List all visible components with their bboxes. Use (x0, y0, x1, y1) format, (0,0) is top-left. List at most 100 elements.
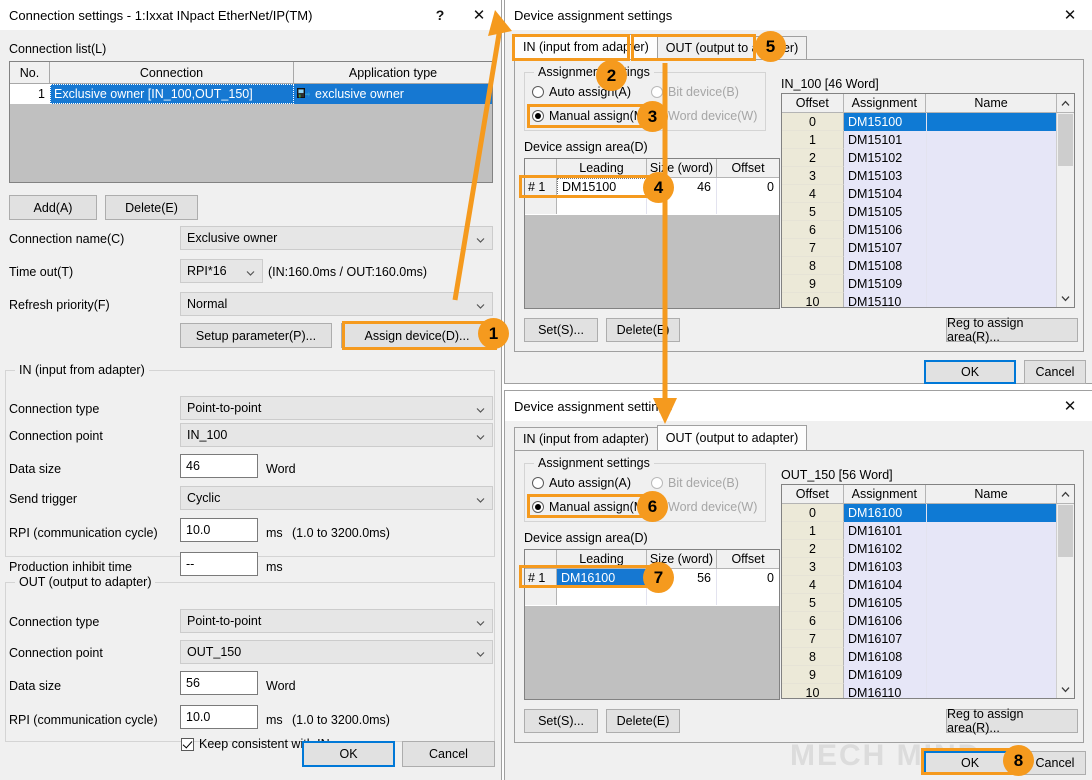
cell-name[interactable] (927, 522, 1059, 540)
cell-name[interactable] (927, 239, 1059, 257)
scroll-down-arrow[interactable] (1057, 681, 1074, 698)
cell-name[interactable] (927, 221, 1059, 239)
scroll-down-arrow[interactable] (1057, 290, 1074, 307)
in-send-trigger-combo[interactable]: Cyclic (180, 486, 493, 510)
cell-assignment[interactable]: DM15103 (844, 167, 927, 185)
cell-assignment[interactable]: DM15105 (844, 203, 927, 221)
table-row[interactable]: 0DM16100 (782, 504, 1074, 522)
cell-name[interactable] (927, 275, 1059, 293)
table-row[interactable]: 8DM16108 (782, 648, 1074, 666)
cell-name[interactable] (927, 540, 1059, 558)
table-row[interactable]: 5DM16105 (782, 594, 1074, 612)
delete-button[interactable]: Delete(E) (105, 195, 198, 220)
timeout-combo[interactable]: RPI*16 (180, 259, 263, 283)
in-production-inhibit-input[interactable]: -- (180, 552, 258, 576)
cell-name[interactable] (927, 167, 1059, 185)
out-rpi-input[interactable]: 10.0 (180, 705, 258, 729)
cell-name[interactable] (927, 576, 1059, 594)
table-row[interactable]: 8DM15108 (782, 257, 1074, 275)
scroll-up-header[interactable] (1057, 94, 1074, 113)
out-connection-type-combo[interactable]: Point-to-point (180, 609, 493, 633)
table-row[interactable]: 9DM16109 (782, 666, 1074, 684)
in-ok-button[interactable]: OK (924, 360, 1016, 384)
out-list-scrollbar[interactable] (1056, 504, 1074, 698)
cell-assignment[interactable]: DM16108 (844, 648, 927, 666)
cell-name[interactable] (927, 185, 1059, 203)
connection-list-grid[interactable]: No. Connection Application type 1 Exclus… (9, 61, 493, 183)
cell-assignment[interactable]: DM16105 (844, 594, 927, 612)
cell-assignment[interactable]: DM15108 (844, 257, 927, 275)
in-connection-type-combo[interactable]: Point-to-point (180, 396, 493, 420)
scrollbar-thumb[interactable] (1058, 114, 1073, 166)
cell-name[interactable] (927, 149, 1059, 167)
out-connection-point-combo[interactable]: OUT_150 (180, 640, 493, 664)
setup-parameter-button[interactable]: Setup parameter(P)... (180, 323, 332, 348)
out-reg-assign-area-button[interactable]: Reg to assign area(R)... (946, 709, 1078, 733)
in-delete-button[interactable]: Delete(E) (606, 318, 680, 342)
cell-assignment[interactable]: DM15110 (844, 293, 927, 308)
cell-name[interactable] (927, 113, 1059, 131)
cell-assignment[interactable]: DM16104 (844, 576, 927, 594)
cell-name[interactable] (927, 257, 1059, 275)
table-row[interactable]: 9DM15109 (782, 275, 1074, 293)
out-auto-assign-radio[interactable]: Auto assign(A) (532, 476, 631, 490)
table-row[interactable]: 2DM15102 (782, 149, 1074, 167)
cell-assignment[interactable]: DM16102 (844, 540, 927, 558)
table-row[interactable]: 10DM16110 (782, 684, 1074, 699)
help-icon[interactable]: ? (423, 1, 457, 30)
cell-name[interactable] (927, 131, 1059, 149)
cell-name[interactable] (927, 504, 1059, 522)
cell-name[interactable] (927, 612, 1059, 630)
table-row[interactable]: 10DM15110 (782, 293, 1074, 308)
table-row[interactable]: 0DM15100 (782, 113, 1074, 131)
table-row[interactable]: 7DM15107 (782, 239, 1074, 257)
table-row[interactable]: 1DM15101 (782, 131, 1074, 149)
close-icon[interactable]: ✕ (457, 1, 501, 30)
cell-name[interactable] (927, 648, 1059, 666)
ok-button[interactable]: OK (302, 741, 395, 767)
out-data-size-input[interactable]: 56 (180, 671, 258, 695)
cell-assignment[interactable]: DM15107 (844, 239, 927, 257)
out-delete-button[interactable]: Delete(E) (606, 709, 680, 733)
table-row[interactable]: 6DM16106 (782, 612, 1074, 630)
cell-assignment[interactable]: DM16106 (844, 612, 927, 630)
out-set-button[interactable]: Set(S)... (524, 709, 598, 733)
in-set-button[interactable]: Set(S)... (524, 318, 598, 342)
cell-assignment[interactable]: DM15106 (844, 221, 927, 239)
add-button[interactable]: Add(A) (9, 195, 97, 220)
cell-assignment[interactable]: DM15102 (844, 149, 927, 167)
connection-name-combo[interactable]: Exclusive owner (180, 226, 493, 250)
in-data-size-input[interactable]: 46 (180, 454, 258, 478)
cell-name[interactable] (927, 203, 1059, 221)
cell-name[interactable] (927, 558, 1059, 576)
cell-name[interactable] (927, 684, 1059, 699)
table-row[interactable]: 5DM15105 (782, 203, 1074, 221)
close-icon[interactable]: ✕ (1048, 392, 1092, 421)
scroll-up-header[interactable] (1057, 485, 1074, 504)
cell-name[interactable] (927, 630, 1059, 648)
refresh-priority-combo[interactable]: Normal (180, 292, 493, 316)
table-row[interactable]: 6DM15106 (782, 221, 1074, 239)
cell-assignment[interactable]: DM15104 (844, 185, 927, 203)
in-list-scrollbar[interactable] (1056, 113, 1074, 307)
table-row[interactable]: 3DM16103 (782, 558, 1074, 576)
table-row[interactable]: 2DM16102 (782, 540, 1074, 558)
in-connection-point-combo[interactable]: IN_100 (180, 423, 493, 447)
scrollbar-thumb[interactable] (1058, 505, 1073, 557)
cell-assignment[interactable]: DM15101 (844, 131, 927, 149)
table-row[interactable]: 1 Exclusive owner [IN_100,OUT_150] exclu… (10, 84, 492, 104)
cell-assignment[interactable]: DM16103 (844, 558, 927, 576)
cell-assignment[interactable]: DM16110 (844, 684, 927, 699)
cell-assignment[interactable]: DM16100 (844, 504, 927, 522)
cancel-button[interactable]: Cancel (402, 741, 495, 767)
cell-assignment[interactable]: DM15109 (844, 275, 927, 293)
cell-name[interactable] (927, 293, 1059, 308)
cell-assignment[interactable]: DM16109 (844, 666, 927, 684)
close-icon[interactable]: ✕ (1048, 1, 1092, 30)
in-reg-assign-area-button[interactable]: Reg to assign area(R)... (946, 318, 1078, 342)
out-offset-table[interactable]: Offset Assignment Name 0DM161001DM161012… (781, 484, 1075, 699)
cell-assignment[interactable]: DM16107 (844, 630, 927, 648)
table-row[interactable]: 1DM16101 (782, 522, 1074, 540)
cell-name[interactable] (927, 594, 1059, 612)
table-row[interactable]: 4DM15104 (782, 185, 1074, 203)
